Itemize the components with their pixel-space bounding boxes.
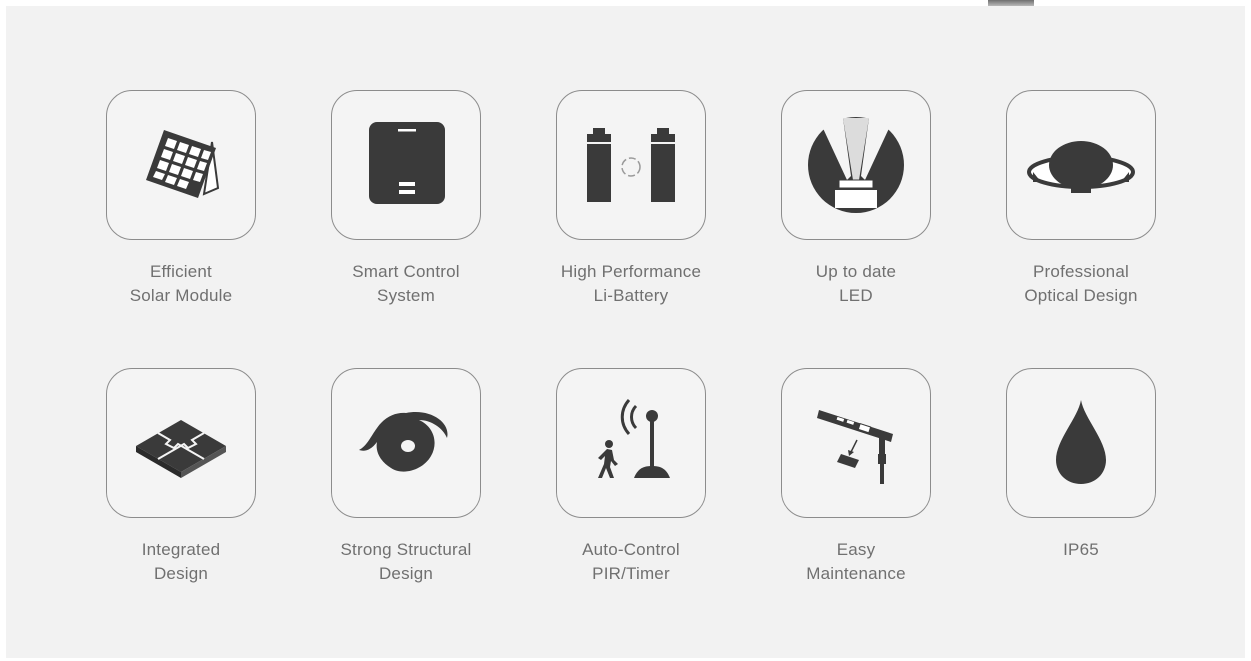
feature-li-battery: High Performance Li-Battery xyxy=(521,90,741,308)
feature-ip65: IP65 xyxy=(971,368,1191,562)
feature-tile xyxy=(556,90,706,240)
feature-tile xyxy=(1006,368,1156,518)
feature-solar-module: Efficient Solar Module xyxy=(71,90,291,308)
feature-tile xyxy=(781,90,931,240)
feature-tile xyxy=(556,368,706,518)
feature-label: Professional Optical Design xyxy=(1024,262,1138,305)
led-icon xyxy=(808,117,904,213)
feature-optical-design: Professional Optical Design xyxy=(971,90,1191,308)
feature-label: Up to date LED xyxy=(815,262,897,305)
feature-tile xyxy=(781,368,931,518)
feature-label: Strong Structural Design xyxy=(340,540,472,583)
feature-label: Easy Maintenance xyxy=(806,540,906,583)
feature-tile xyxy=(106,368,256,518)
feature-tile xyxy=(331,368,481,518)
feature-integrated-design: Integrated Design xyxy=(71,368,291,586)
feature-label: Efficient Solar Module xyxy=(129,262,233,305)
feature-strong-structural: Strong Structural Design xyxy=(296,368,516,586)
street-light-maintenance-icon xyxy=(817,410,893,484)
feature-easy-maintenance: Easy Maintenance xyxy=(746,368,966,586)
feature-label: High Performance Li-Battery xyxy=(560,262,702,305)
battery-icon xyxy=(587,128,675,202)
feature-auto-control: Auto-Control PIR/Timer xyxy=(521,368,741,586)
water-drop-icon xyxy=(1056,400,1106,484)
feature-tile xyxy=(1006,90,1156,240)
feature-label: Smart Control System xyxy=(352,262,460,305)
feature-tile xyxy=(331,90,481,240)
puzzle-icon xyxy=(136,420,226,478)
feature-label: IP65 xyxy=(1063,540,1099,559)
feature-label: Integrated Design xyxy=(141,540,221,583)
feature-tile xyxy=(106,90,256,240)
motion-sensor-icon xyxy=(598,398,670,478)
solar-panel-icon xyxy=(146,130,220,198)
feature-label: Auto-Control PIR/Timer xyxy=(582,540,680,583)
hurricane-icon xyxy=(359,412,448,472)
optical-lens-icon xyxy=(1027,141,1135,193)
control-box-icon xyxy=(369,122,445,204)
feature-led: Up to date LED xyxy=(746,90,966,308)
features-panel: Efficient Solar Module Smart Control Sys… xyxy=(6,6,1245,658)
feature-smart-control: Smart Control System xyxy=(296,90,516,308)
